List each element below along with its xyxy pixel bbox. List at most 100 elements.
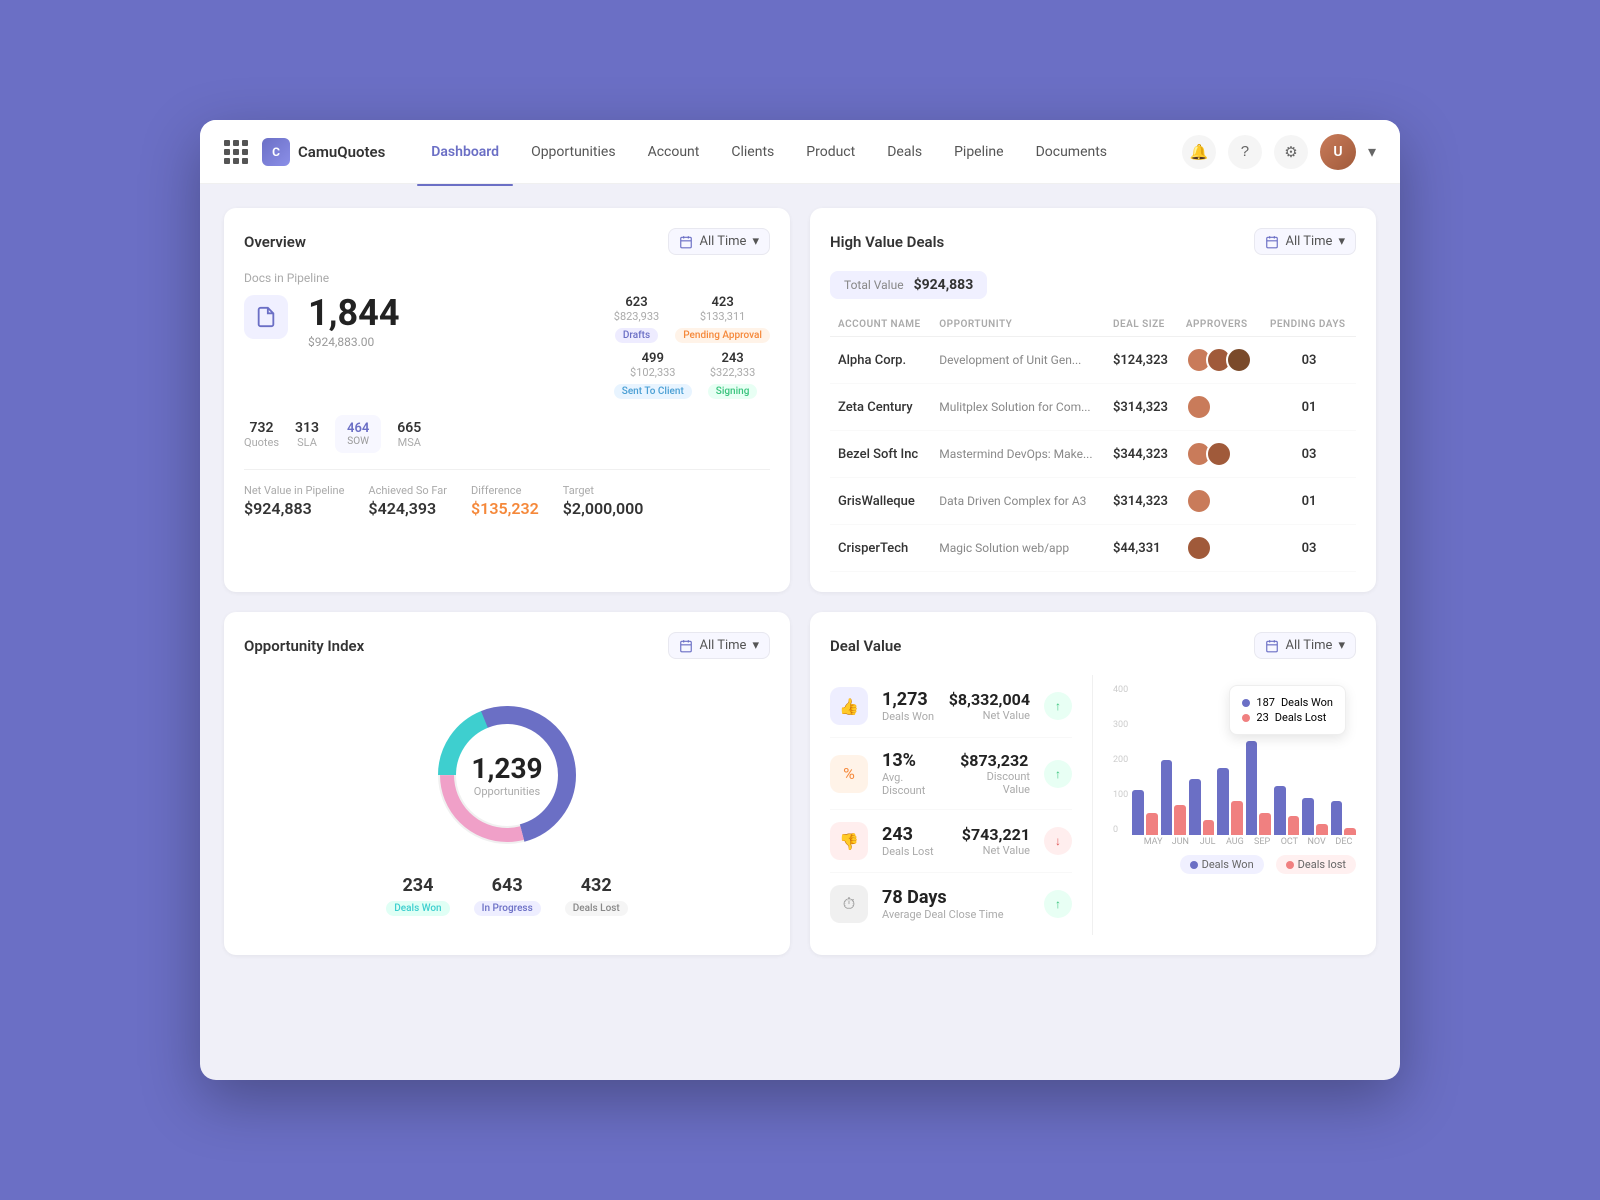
cell-pending-days: 03 [1262, 337, 1356, 384]
nav-account[interactable]: Account [634, 136, 714, 168]
logo[interactable]: C CamuQuotes [262, 138, 385, 166]
nav-product[interactable]: Product [792, 136, 869, 168]
dv-lost-info: 243 Deals Lost [882, 824, 934, 858]
deals-table: Account Name Opportunity Deal Size Appro… [830, 313, 1356, 572]
stat-msa: 665 MSA [397, 420, 421, 449]
bar-lost [1259, 813, 1271, 836]
cell-deal-size: $44,331 [1105, 525, 1178, 572]
bar-won [1302, 798, 1314, 836]
nav-dashboard[interactable]: Dashboard [417, 136, 513, 168]
dv-row-close: ⏱ 78 Days Average Deal Close Time ↑ [830, 873, 1072, 935]
metric-achieved: Achieved So Far $424,393 [368, 484, 447, 518]
tooltip-lost-label: Deals Lost [1275, 711, 1327, 724]
cell-opportunity: Mulitplex Solution for Com... [931, 384, 1105, 431]
cell-opportunity: Development of Unit Gen... [931, 337, 1105, 384]
cell-account: GrisWalleque [830, 478, 931, 525]
docs-icon [244, 295, 288, 339]
nav-pipeline[interactable]: Pipeline [940, 136, 1018, 168]
nav-opportunities[interactable]: Opportunities [517, 136, 630, 168]
bar-lost [1174, 805, 1186, 835]
chart-x-label: MAY [1141, 837, 1165, 847]
docs-count: 1,844 $924,883.00 [308, 295, 399, 349]
bar-won [1132, 790, 1144, 835]
cell-deal-size: $314,323 [1105, 384, 1178, 431]
dv-time-filter[interactable]: All Time ▾ [1254, 632, 1356, 659]
opp-header: Opportunity Index All Time ▾ [244, 632, 770, 659]
cell-deal-size: $344,323 [1105, 431, 1178, 478]
opp-stat-progress: 643 In Progress [474, 875, 541, 916]
nav-deals[interactable]: Deals [873, 136, 936, 168]
cell-pending-days: 03 [1262, 525, 1356, 572]
dv-header: Deal Value All Time ▾ [830, 632, 1356, 659]
overview-title: Overview [244, 233, 306, 251]
stat-quotes: 732 Quotes [244, 420, 279, 449]
chart-bar-group [1132, 790, 1157, 835]
hvd-title: High Value Deals [830, 233, 944, 251]
chart-x-label: NOV [1305, 837, 1329, 847]
col-approvers: Approvers [1178, 313, 1262, 337]
dv-time-label: All Time [1285, 638, 1332, 653]
notifications-button[interactable]: 🔔 [1182, 135, 1216, 169]
user-avatar[interactable]: U [1320, 134, 1356, 170]
opp-progress-badge: In Progress [474, 901, 541, 916]
opp-stat-lost: 432 Deals Lost [565, 875, 628, 916]
cell-approvers [1178, 478, 1262, 525]
col-pending: Pending Days [1262, 313, 1356, 337]
dv-row-lost: 👎 243 Deals Lost $743,221 Net Value ↓ [830, 810, 1072, 873]
chart-x-label: JUN [1168, 837, 1192, 847]
tooltip-lost-dot [1242, 714, 1250, 722]
cell-approvers [1178, 431, 1262, 478]
nav-links: Dashboard Opportunities Account Clients … [417, 136, 1182, 168]
cell-pending-days: 01 [1262, 384, 1356, 431]
col-opportunity: Opportunity [931, 313, 1105, 337]
dv-close-icon: ⏱ [830, 885, 868, 923]
cell-approvers [1178, 337, 1262, 384]
avatar-chevron[interactable]: ▾ [1368, 142, 1376, 161]
grid-menu-icon[interactable] [224, 140, 248, 164]
dv-row-discount: % 13% Avg. Discount $873,232 Discount Va… [830, 738, 1072, 810]
metric-target: Target $2,000,000 [563, 484, 644, 518]
overview-row2: 732 Quotes 313 SLA 464 SOW 665 MSA [244, 415, 770, 453]
settings-button[interactable]: ⚙ [1274, 135, 1308, 169]
chart-bar-group [1331, 801, 1356, 835]
tooltip-won-dot [1242, 699, 1250, 707]
dv-lost-arrow: ↓ [1044, 827, 1072, 855]
dv-discount-icon: % [830, 755, 868, 793]
cell-opportunity: Mastermind DevOps: Make... [931, 431, 1105, 478]
navbar: C CamuQuotes Dashboard Opportunities Acc… [200, 120, 1400, 184]
stat-sent: 499 $102,333 Sent To Client [614, 351, 692, 399]
col-deal-size: Deal Size [1105, 313, 1178, 337]
logo-icon: C [262, 138, 290, 166]
help-button[interactable]: ? [1228, 135, 1262, 169]
metric-net-value: Net Value in Pipeline $924,883 [244, 484, 344, 518]
opp-time-filter[interactable]: All Time ▾ [668, 632, 770, 659]
docs-big-number: 1,844 [308, 295, 399, 331]
cell-deal-size: $124,323 [1105, 337, 1178, 384]
stat-signing: 243 $322,333 Signing [708, 351, 758, 399]
chart-area: 400 300 200 100 0 [1113, 675, 1356, 855]
nav-documents[interactable]: Documents [1022, 136, 1121, 168]
tooltip-lost-count: 23 [1256, 711, 1268, 724]
table-row: CrisperTechMagic Solution web/app$44,331… [830, 525, 1356, 572]
donut-center: 1,239 Opportunities [471, 752, 542, 798]
chart-bar-group [1161, 760, 1186, 835]
cell-opportunity: Magic Solution web/app [931, 525, 1105, 572]
table-row: Bezel Soft IncMastermind DevOps: Make...… [830, 431, 1356, 478]
hvd-time-filter[interactable]: All Time ▾ [1254, 228, 1356, 255]
bar-lost [1344, 828, 1356, 836]
chart-bar-group [1246, 741, 1271, 835]
opp-bottom: 234 Deals Won 643 In Progress 432 Deals … [244, 875, 770, 916]
stat-group-2: 499 $102,333 Sent To Client 243 $322,333… [614, 351, 770, 399]
stat-sla: 313 SLA [295, 420, 319, 449]
chart-bar-group [1274, 786, 1299, 835]
donut-label: Opportunities [471, 785, 542, 798]
bar-won [1274, 786, 1286, 835]
dv-row-won: 👍 1,273 Deals Won $8,332,004 Net Value ↑ [830, 675, 1072, 738]
overview-time-filter[interactable]: All Time ▾ [668, 228, 770, 255]
nav-clients[interactable]: Clients [717, 136, 788, 168]
bar-lost [1288, 816, 1300, 835]
pending-badge: Pending Approval [675, 328, 770, 343]
tooltip-won-label: Deals Won [1281, 696, 1333, 709]
bar-won [1161, 760, 1173, 835]
approver-avatar [1186, 535, 1212, 561]
